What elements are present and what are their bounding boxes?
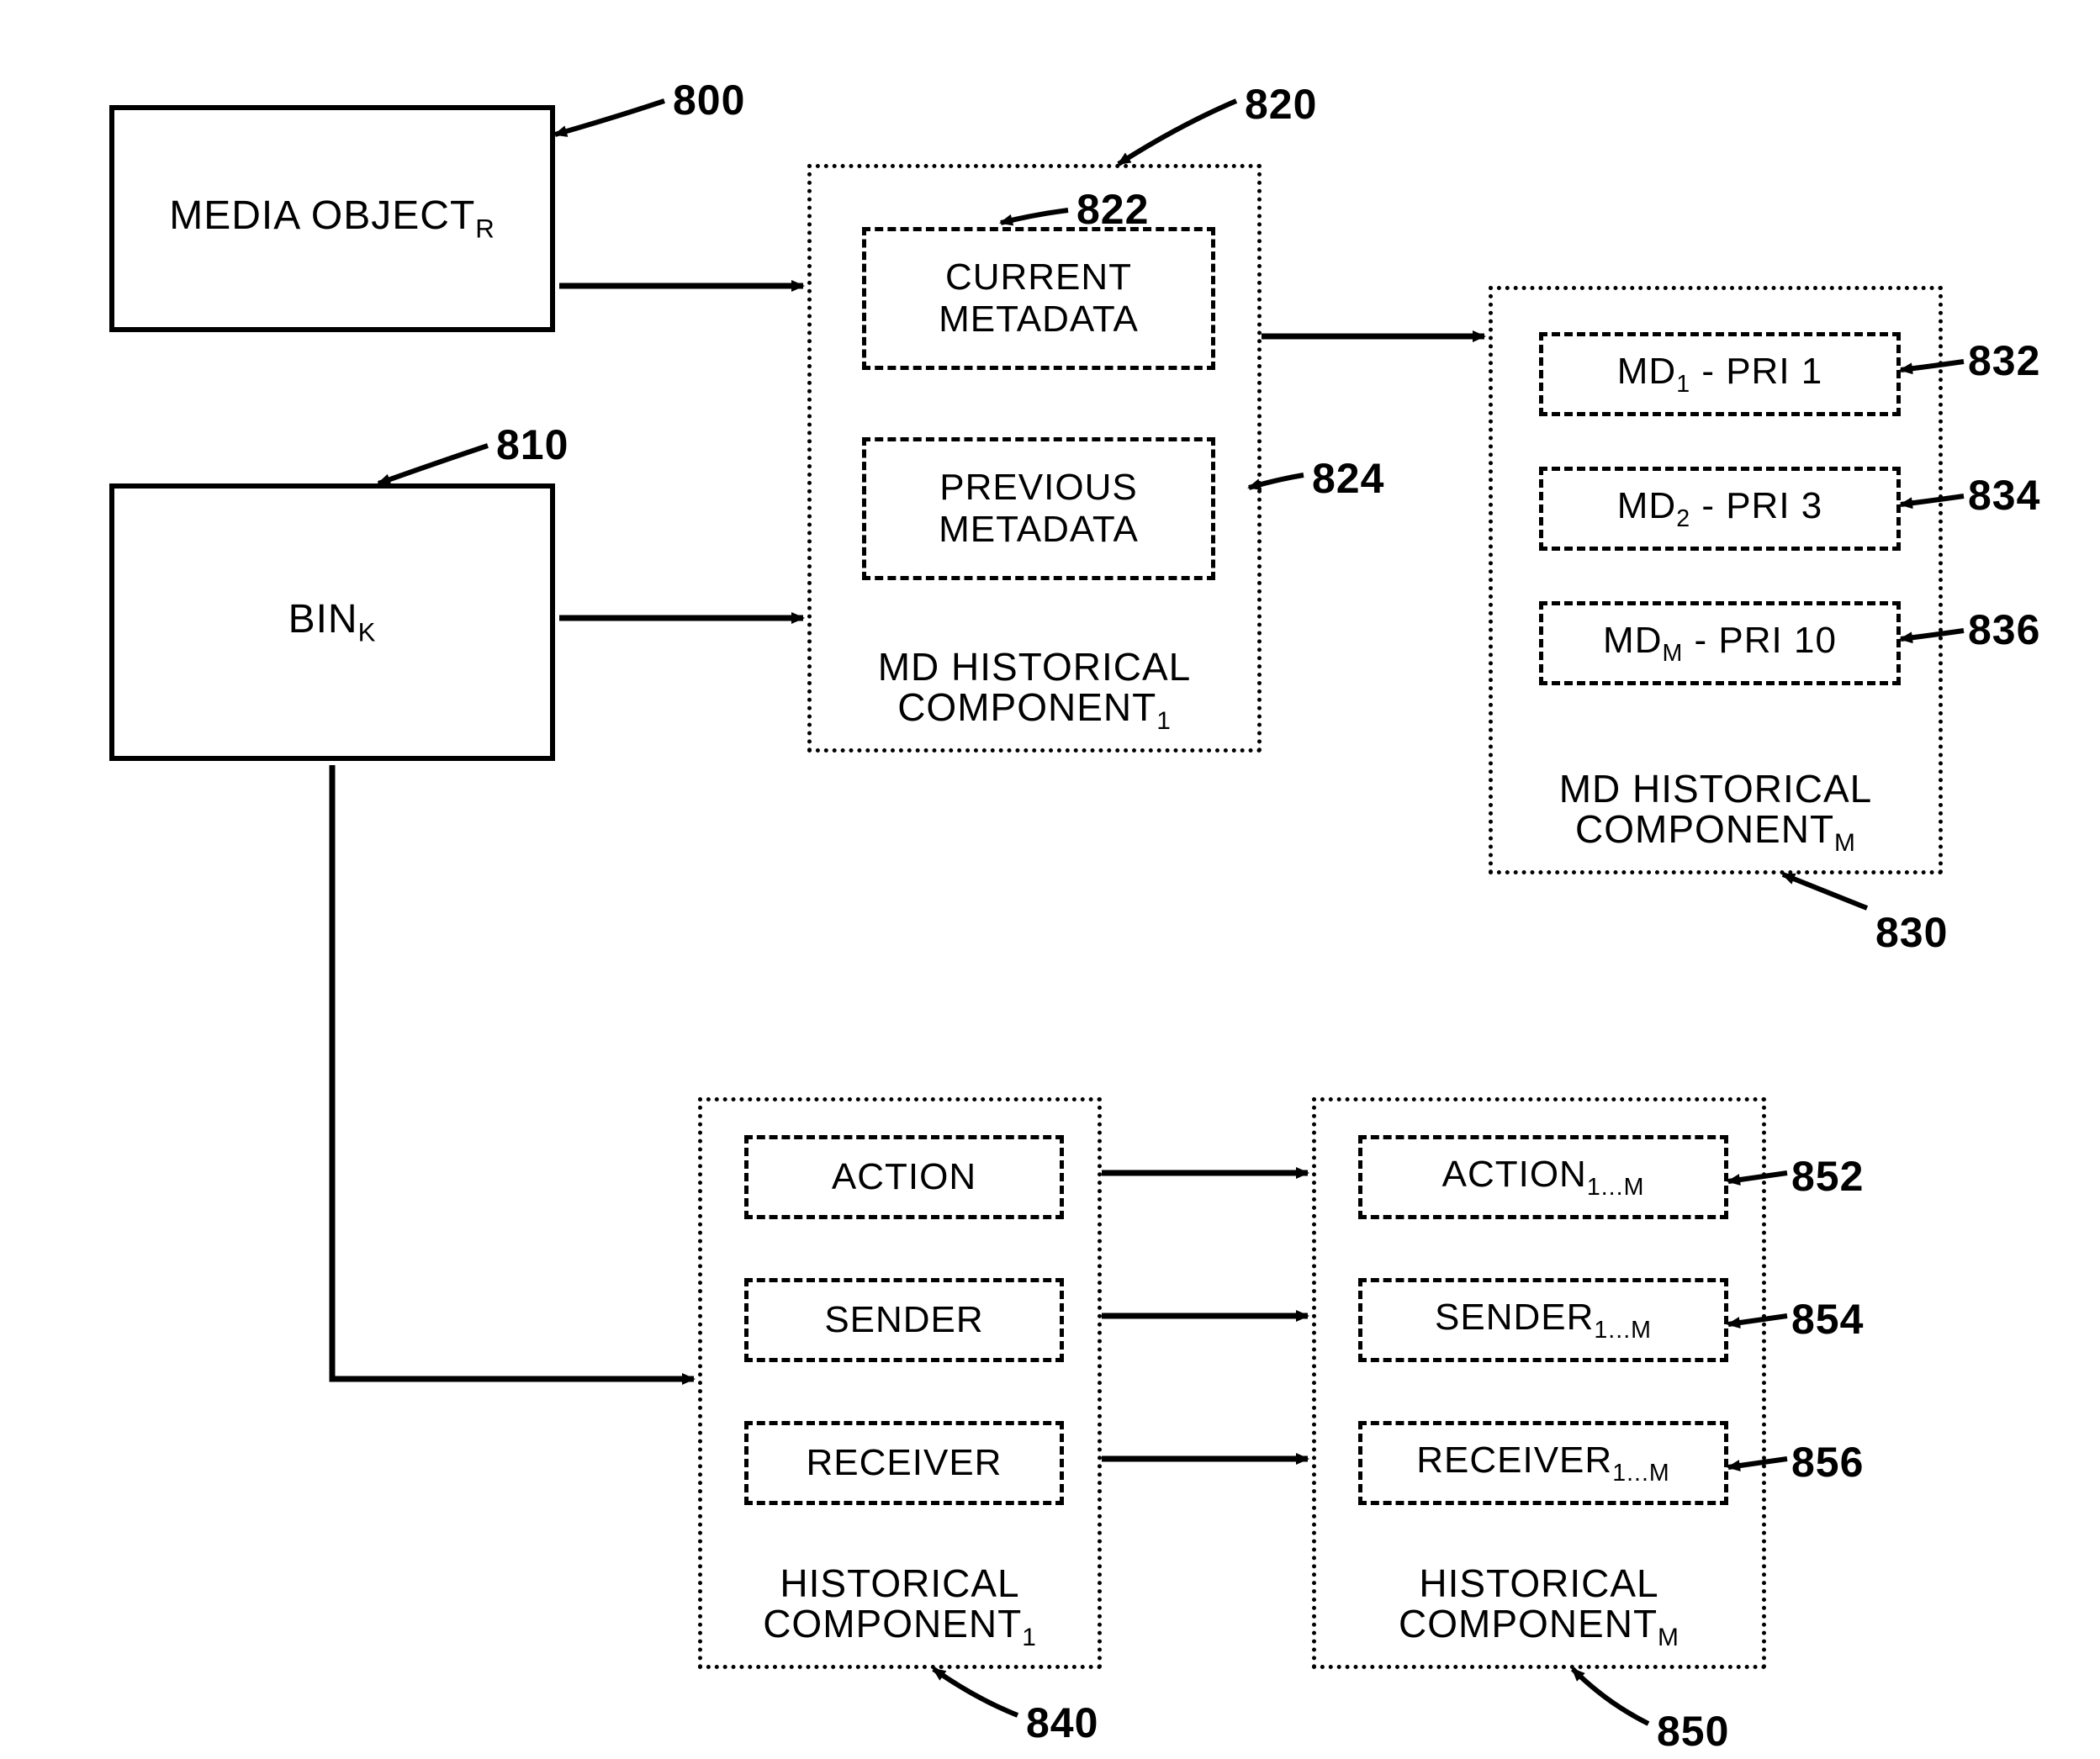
action-box: ACTION [744,1135,1064,1219]
hist-1-caption-l2: COMPONENT1 [702,1601,1098,1652]
sender-1m-box: SENDER1...M [1358,1278,1728,1362]
previous-metadata-l2: METADATA [939,509,1139,551]
md-historical-component-1: CURRENT METADATA PREVIOUS METADATA MD HI… [807,164,1262,753]
hist-1-caption-l1: HISTORICAL [702,1561,1098,1606]
ref-820: 820 [1245,80,1317,129]
current-metadata-box: CURRENT METADATA [862,227,1215,370]
receiver-box: RECEIVER [744,1421,1064,1505]
receiver-1m-box: RECEIVER1...M [1358,1421,1728,1505]
md-historical-component-m: MD1 - PRI 1 MD2 - PRI 3 MDM - PRI 10 MD … [1489,286,1943,874]
ref-856: 856 [1791,1438,1864,1487]
ref-840: 840 [1026,1698,1098,1747]
md-hist-1-caption-l1: MD HISTORICAL [812,644,1257,689]
previous-metadata-l1: PREVIOUS [939,467,1137,509]
mdm-pri10-box: MDM - PRI 10 [1539,601,1901,685]
bin-box: BINK [109,483,555,761]
historical-component-1: ACTION SENDER RECEIVER HISTORICAL COMPON… [698,1097,1102,1669]
current-metadata-l1: CURRENT [945,256,1132,298]
ref-822: 822 [1076,185,1149,234]
current-metadata-l2: METADATA [939,298,1139,341]
md-hist-1-caption-l2: COMPONENT1 [812,684,1257,736]
md-hist-m-caption-l2: COMPONENTM [1493,806,1939,858]
ref-854: 854 [1791,1295,1864,1344]
ref-852: 852 [1791,1152,1864,1201]
ref-800: 800 [673,76,745,124]
bin-label: BINK [288,596,377,648]
action-1m-box: ACTION1...M [1358,1135,1728,1219]
media-object-box: MEDIA OBJECTR [109,105,555,332]
sender-box: SENDER [744,1278,1064,1362]
md1-pri1-box: MD1 - PRI 1 [1539,332,1901,416]
previous-metadata-box: PREVIOUS METADATA [862,437,1215,580]
md2-pri3-box: MD2 - PRI 3 [1539,467,1901,551]
diagram-stage: MEDIA OBJECTR 800 BINK 810 CURRENT METAD… [0,0,2100,1759]
ref-830: 830 [1875,908,1948,957]
md-hist-m-caption-l1: MD HISTORICAL [1493,766,1939,811]
hist-m-caption-l1: HISTORICAL [1316,1561,1762,1606]
hist-m-caption-l2: COMPONENTM [1316,1601,1762,1652]
ref-832: 832 [1968,336,2040,385]
media-object-label: MEDIA OBJECTR [169,193,495,245]
ref-836: 836 [1968,605,2040,654]
ref-834: 834 [1968,471,2040,520]
ref-850: 850 [1657,1707,1729,1756]
ref-824: 824 [1312,454,1384,503]
historical-component-m: ACTION1...M SENDER1...M RECEIVER1...M HI… [1312,1097,1766,1669]
ref-810: 810 [496,420,569,469]
